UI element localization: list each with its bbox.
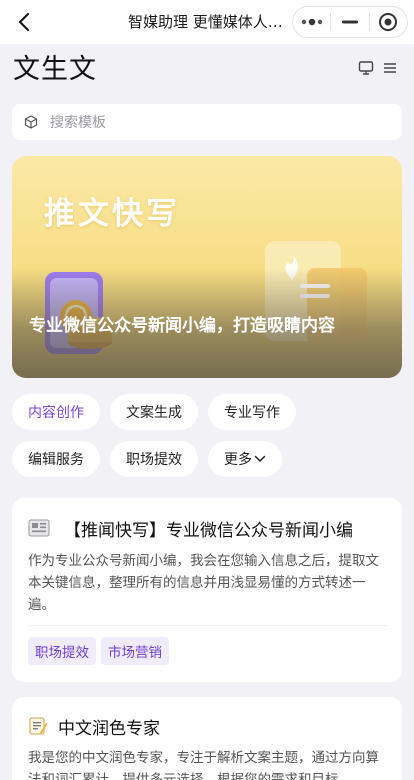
category-chip-professional-writing[interactable]: 专业写作 [208, 394, 296, 430]
template-card[interactable]: 中文润色专家 我是您的中文润色专家，专注于解析文案主题，通过方向算法和词汇累计，… [12, 697, 402, 780]
cube-icon [24, 115, 38, 129]
mini-program-capsule [292, 6, 408, 38]
newspaper-icon [28, 519, 50, 537]
category-chip-editing-services[interactable]: 编辑服务 [12, 441, 100, 477]
search-placeholder: 搜索模板 [50, 115, 106, 131]
card-tag[interactable]: 市场营销 [101, 637, 169, 665]
search-bar[interactable]: 搜索模板 [12, 104, 402, 140]
memo-icon [29, 717, 48, 735]
card-title-row: 【推闻快写】专业微信公众号新闻小编 [28, 516, 390, 541]
template-card[interactable]: 【推闻快写】专业微信公众号新闻小编 作为专业公众号新闻小编，我会在您输入信息之后… [12, 498, 402, 682]
more-options-button[interactable] [293, 7, 330, 37]
page-title: 文生文 [13, 54, 97, 85]
category-chip-copywriting[interactable]: 文案生成 [110, 394, 198, 430]
card-description: 作为专业公众号新闻小编，我会在您输入信息之后，提取文本关键信息，整理所有的信息并… [28, 553, 379, 613]
category-chip-workplace-efficiency[interactable]: 职场提效 [110, 441, 198, 477]
menu-button[interactable] [382, 60, 398, 80]
more-label: 更多 [224, 452, 252, 468]
close-miniprogram-button[interactable] [370, 7, 407, 37]
header-actions [358, 60, 400, 80]
nav-title: 智媒助理 更懂媒体人的… [128, 13, 288, 31]
banner-headline: 推文快写 [44, 196, 180, 232]
more-dots-icon [301, 18, 322, 26]
featured-banner[interactable]: 推文快写 专业微信公众号新闻小编，打造吸睛内容 [12, 156, 402, 378]
minimize-button[interactable] [331, 7, 368, 37]
card-title: 【推闻快写】专业微信公众号新闻小编 [64, 520, 353, 541]
monitor-button[interactable] [358, 60, 374, 80]
card-title: 中文润色专家 [58, 718, 160, 739]
monitor-icon [358, 61, 374, 75]
card-title-row: 中文润色专家 [28, 714, 390, 739]
banner-caption: 专业微信公众号新闻小编，打造吸睛内容 [29, 316, 335, 336]
chevron-left-icon [18, 12, 30, 32]
chevron-down-icon [254, 455, 266, 463]
minus-icon [341, 20, 358, 24]
card-tag[interactable]: 职场提效 [28, 637, 96, 665]
card-description: 我是您的中文润色专家，专注于解析文案主题，通过方向算法和词汇累计，提供多元选择，… [28, 750, 379, 780]
card-divider [28, 625, 386, 626]
category-chip-more[interactable]: 更多 [208, 441, 282, 477]
menu-icon [384, 63, 396, 73]
back-button[interactable] [10, 8, 38, 36]
category-chip-content-creation[interactable]: 内容创作 [12, 394, 100, 430]
target-close-icon [379, 13, 398, 31]
top-navbar: 智媒助理 更懂媒体人的… [0, 0, 414, 44]
